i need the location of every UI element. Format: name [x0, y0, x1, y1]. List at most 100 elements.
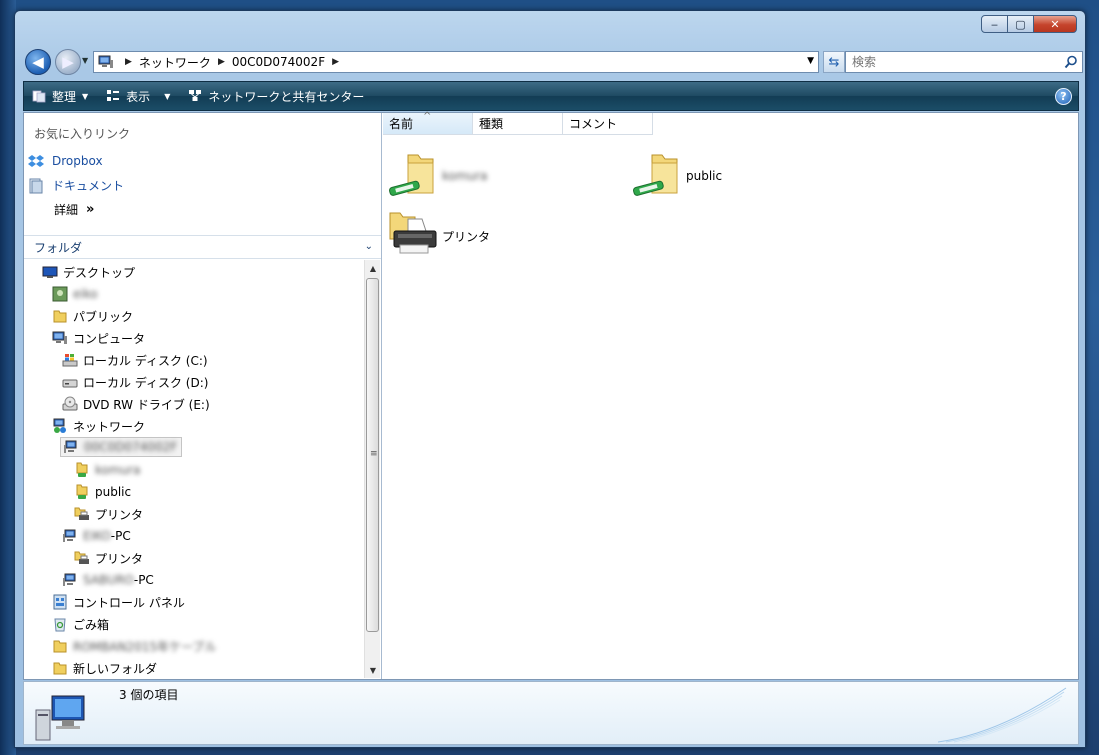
search-icon[interactable]	[1064, 55, 1078, 69]
more-favorites-link[interactable]: 詳細 »	[54, 201, 94, 218]
breadcrumb-separator[interactable]: ▶	[218, 57, 225, 67]
chevron-down-icon: ▼	[164, 91, 171, 101]
tree-label: komura	[95, 463, 141, 477]
network-center-label: ネットワークと共有センター	[208, 89, 365, 104]
favorite-label: Dropbox	[52, 154, 103, 168]
column-label: 種類	[479, 117, 504, 131]
search-box[interactable]	[845, 51, 1083, 73]
views-button[interactable]: 表示 ▼	[106, 88, 170, 105]
forward-button[interactable]: ▶	[55, 49, 81, 75]
tree-item-dvd-drive[interactable]: DVD RW ドライブ (E:)	[62, 394, 210, 414]
tree-item-user[interactable]: eiko	[52, 284, 98, 304]
column-comment[interactable]: コメント	[563, 113, 653, 135]
file-label: プリンタ	[442, 229, 491, 244]
tree-item-new-folder[interactable]: 新しいフォルダ	[52, 658, 157, 678]
breadcrumb-separator[interactable]: ▶	[332, 57, 339, 67]
user-icon	[52, 286, 68, 302]
tree-item-folder-blurred[interactable]: ROMBAN2015年ケーブル	[52, 636, 216, 656]
column-name[interactable]: ^ 名前	[383, 111, 473, 135]
favorite-label: ドキュメント	[52, 179, 125, 193]
tree-item-public[interactable]: パブリック	[52, 306, 133, 326]
favorite-documents[interactable]: ドキュメント	[28, 177, 124, 194]
tree-item-computer[interactable]: コンピュータ	[52, 328, 145, 348]
scroll-down-icon[interactable]: ▼	[365, 662, 381, 678]
file-item-komura[interactable]: komura	[388, 151, 487, 201]
file-item-public[interactable]: public	[632, 151, 722, 201]
network-center-button[interactable]: ネットワークと共有センター	[188, 88, 364, 105]
tree-item-recycle-bin[interactable]: ごみ箱	[52, 614, 109, 634]
folder-icon	[53, 640, 67, 653]
scroll-up-icon[interactable]: ▲	[365, 260, 381, 276]
address-row: ◀ ▶ ▼ ▶ ネットワーク ▶ 00C0D074002F ▶ ▼ ⇆	[23, 47, 1083, 77]
tree-item-share-public[interactable]: public	[74, 482, 131, 502]
minimize-button[interactable]: ‒	[981, 15, 1008, 33]
folder-icon	[53, 310, 67, 323]
explorer-window: ‒ ▢ ✕ ◀ ▶ ▼ ▶ ネットワーク ▶ 00C0D074002F ▶ ▼ …	[14, 10, 1086, 748]
network-computer-icon	[98, 55, 113, 68]
refresh-button[interactable]: ⇆	[823, 51, 845, 73]
network-center-icon	[189, 90, 202, 101]
column-type[interactable]: 種類	[473, 113, 563, 135]
tree-item-control-panel[interactable]: コントロール パネル	[52, 592, 185, 612]
tree-item-printers-1[interactable]: プリンタ	[74, 504, 143, 524]
selection-highlight: 00C0D074002F	[60, 437, 183, 457]
search-input[interactable]	[852, 55, 1052, 69]
recent-pages-dropdown[interactable]: ▼	[82, 56, 88, 65]
file-label: public	[686, 169, 723, 183]
tree-label: コントロール パネル	[73, 595, 185, 610]
network-computer-icon	[35, 695, 85, 741]
column-label: コメント	[569, 117, 618, 131]
network-computer-icon	[63, 529, 76, 542]
file-item-printers[interactable]: プリンタ	[388, 211, 490, 261]
column-headers: ^ 名前 種類 コメント	[383, 111, 653, 135]
tree-scrollbar[interactable]: ▲ ≡ ▼	[364, 260, 380, 678]
breadcrumb-computer[interactable]: 00C0D074002F	[232, 55, 325, 69]
more-label: 詳細	[54, 203, 79, 217]
tree-item-network[interactable]: ネットワーク	[52, 416, 145, 436]
folders-header[interactable]: フォルダ ⌄	[24, 235, 381, 259]
folders-label: フォルダ	[34, 240, 83, 255]
tree-item-drive-c[interactable]: ローカル ディスク (C:)	[62, 350, 208, 370]
tree-label: eiko	[73, 287, 98, 301]
refresh-icon: ⇆	[828, 54, 840, 70]
maximize-button[interactable]: ▢	[1007, 15, 1034, 33]
favorite-dropbox[interactable]: Dropbox	[28, 153, 103, 169]
organize-button[interactable]: 整理 ▼	[32, 88, 88, 105]
network-computer-icon	[64, 440, 77, 453]
breadcrumb-network[interactable]: ネットワーク	[139, 54, 211, 71]
views-label: 表示	[126, 89, 151, 104]
tree-item-share-komura[interactable]: komura	[74, 460, 140, 480]
tree-item-network-computer-selected[interactable]: 00C0D074002F	[60, 437, 183, 457]
network-icon	[53, 418, 66, 433]
scrollbar-thumb[interactable]: ≡	[366, 278, 379, 632]
shared-folder-icon	[76, 462, 88, 477]
folder-icon	[53, 662, 67, 675]
tree-label: ネットワーク	[73, 419, 146, 434]
grip-icon: ≡	[370, 449, 378, 459]
tree-item-desktop[interactable]: デスクトップ	[42, 262, 135, 282]
tree-label: ごみ箱	[73, 617, 110, 632]
tree-item-printers-2[interactable]: プリンタ	[74, 548, 143, 568]
back-arrow-icon: ◀	[32, 53, 44, 71]
tree-label: DVD RW ドライブ (E:)	[83, 397, 210, 412]
navigation-pane: お気に入りリンク Dropbox ドキュメント 詳細 » フォルダ ⌄ デスクト…	[24, 113, 382, 679]
documents-icon	[29, 178, 43, 193]
back-button[interactable]: ◀	[25, 49, 51, 75]
windows-drive-icon	[62, 354, 78, 367]
tree-label: ローカル ディスク (C:)	[83, 353, 208, 368]
chevron-down-icon: ▼	[82, 91, 89, 101]
tree-label: ローカル ディスク (D:)	[83, 375, 209, 390]
column-label: 名前	[389, 117, 414, 131]
tree-item-drive-d[interactable]: ローカル ディスク (D:)	[62, 372, 208, 392]
address-dropdown-icon[interactable]: ▼	[807, 56, 814, 66]
tree-item-eiko-pc[interactable]: EIKO -PC	[62, 526, 131, 546]
window-controls: ‒ ▢ ✕	[981, 15, 1077, 33]
shared-folder-icon	[76, 484, 88, 499]
help-button[interactable]: ?	[1055, 88, 1072, 105]
control-panel-icon	[53, 594, 67, 610]
tree-item-saburo-pc[interactable]: SABURO -PC	[62, 570, 154, 590]
recycle-bin-icon	[54, 618, 66, 632]
address-bar[interactable]: ▶ ネットワーク ▶ 00C0D074002F ▶ ▼	[93, 51, 819, 73]
drive-icon	[62, 379, 78, 388]
close-button[interactable]: ✕	[1033, 15, 1077, 33]
